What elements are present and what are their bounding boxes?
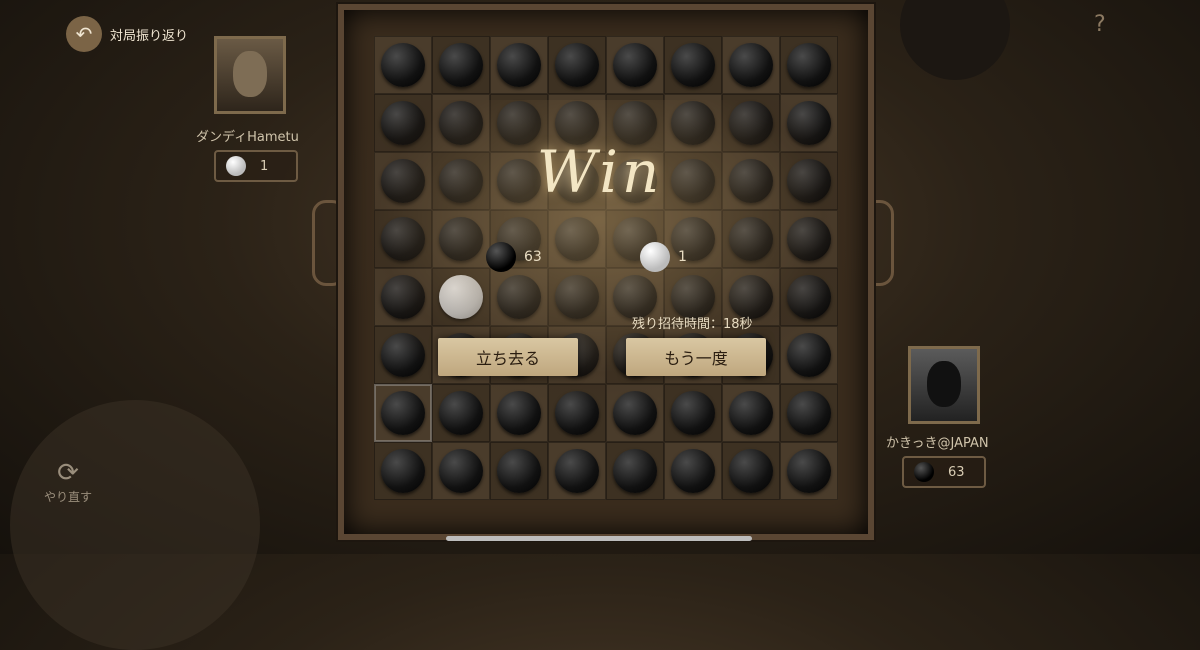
board-cell[interactable] — [374, 442, 432, 500]
back-arrow-icon: ↶ — [66, 16, 102, 52]
result-title: Win — [536, 138, 664, 206]
board-cell[interactable] — [432, 36, 490, 94]
board-cell[interactable] — [490, 442, 548, 500]
black-stone — [671, 43, 715, 87]
white-score: 1 — [640, 242, 687, 272]
black-stone — [613, 43, 657, 87]
black-stone — [729, 43, 773, 87]
board-cell[interactable] — [722, 442, 780, 500]
black-stone — [729, 449, 773, 493]
black-stone — [613, 449, 657, 493]
black-stone — [439, 43, 483, 87]
black-stone — [497, 43, 541, 87]
black-stone — [787, 449, 831, 493]
black-stone — [787, 43, 831, 87]
black-stone — [381, 43, 425, 87]
player-name: かきっき@JAPAN — [886, 436, 989, 451]
player-stone-count: 63 — [902, 456, 986, 488]
black-stone-icon — [486, 242, 516, 272]
board-cell[interactable] — [432, 442, 490, 500]
background-disc — [10, 400, 260, 650]
board-cell[interactable] — [664, 442, 722, 500]
home-indicator — [446, 536, 752, 541]
rematch-button[interactable]: もう一度 — [626, 338, 766, 376]
invite-timer: 残り招待時間：18秒 — [632, 317, 753, 332]
black-score: 63 — [486, 242, 542, 272]
player-avatar — [908, 346, 980, 424]
board-cell[interactable] — [490, 36, 548, 94]
back-label: 対局振り返り — [110, 28, 189, 44]
back-button[interactable]: ↶ 対局振り返り — [66, 16, 188, 52]
opponent-avatar — [214, 36, 286, 114]
background-disc — [900, 0, 1010, 80]
black-stone-icon — [914, 462, 934, 482]
white-stone-icon — [640, 242, 670, 272]
board-cell[interactable] — [780, 442, 838, 500]
board-cell[interactable] — [548, 442, 606, 500]
board-cell[interactable] — [722, 36, 780, 94]
black-stone — [439, 449, 483, 493]
board-cell[interactable] — [606, 442, 664, 500]
refresh-icon: ⟳ — [57, 458, 79, 488]
leave-button[interactable]: 立ち去る — [438, 338, 578, 376]
black-stone — [555, 449, 599, 493]
board-cell[interactable] — [374, 36, 432, 94]
black-stone — [381, 449, 425, 493]
board-cell[interactable] — [606, 36, 664, 94]
black-stone — [555, 43, 599, 87]
black-stone — [497, 449, 541, 493]
board-cell[interactable] — [780, 36, 838, 94]
board-cell[interactable] — [548, 36, 606, 94]
redo-button[interactable]: ⟳ やり直す — [38, 458, 98, 505]
question-book-icon[interactable]: ? — [1094, 12, 1106, 37]
black-stone — [671, 449, 715, 493]
board-cell[interactable] — [664, 36, 722, 94]
